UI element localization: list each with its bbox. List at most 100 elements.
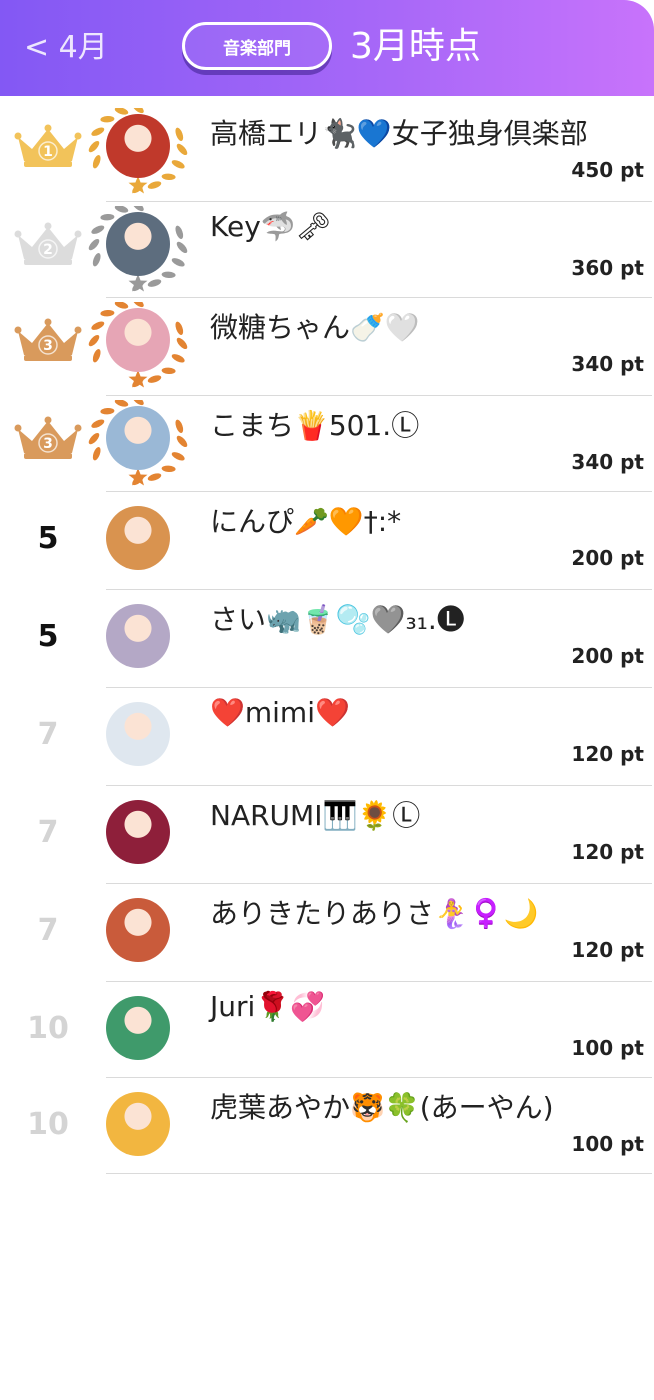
avatar-frame [86, 1082, 190, 1174]
rank-badge: 7 [8, 786, 88, 878]
avatar-frame [86, 108, 190, 200]
rank-badge: 5 [8, 590, 88, 682]
rank-badge: 10 [8, 982, 88, 1074]
streamer-name: Juri🌹💞 [210, 990, 326, 1023]
silver-crown-icon: 2 [14, 222, 82, 265]
row-divider [106, 1173, 652, 1174]
avatar[interactable] [106, 604, 170, 668]
rank-badge: 3 [8, 298, 88, 390]
avatar-image [106, 406, 170, 470]
rank-number: 5 [37, 520, 59, 556]
department-label: 音楽部門 [223, 38, 291, 59]
streamer-name: 虎葉あやか🐯🍀(あーやん) [210, 1091, 554, 1124]
avatar-frame [86, 302, 190, 394]
department-filter-button[interactable]: 音楽部門 [182, 22, 332, 70]
avatar[interactable] [106, 308, 170, 372]
app-header: < 4月 音楽部門 3月時点 [0, 0, 654, 96]
streamer-name: にんぴ🥕🧡†:* [210, 505, 402, 538]
points-value: 100 pt [571, 1036, 644, 1060]
avatar-frame [86, 594, 190, 686]
previous-month-link[interactable]: < 4月 [24, 28, 108, 68]
avatar-frame [86, 206, 190, 298]
avatar-frame [86, 692, 190, 784]
avatar[interactable] [106, 996, 170, 1060]
avatar[interactable] [106, 1092, 170, 1156]
crown-rank-number: 3 [43, 338, 53, 354]
avatar[interactable] [106, 800, 170, 864]
streamer-name: Key🦈🗝 [210, 210, 332, 243]
avatar-image [106, 996, 170, 1060]
bronze-crown-icon: 3 [14, 416, 82, 459]
rank-number: 7 [37, 716, 59, 752]
avatar[interactable] [106, 114, 170, 178]
avatar-frame [86, 400, 190, 492]
avatar-image [106, 114, 170, 178]
avatar-image [106, 702, 170, 766]
crown-rank-number: 2 [43, 242, 53, 258]
avatar-image [106, 604, 170, 668]
ranking-row[interactable]: 7 ありきたりありさ🧜‍♀️♀️🌙 120 pt [0, 884, 654, 982]
ranking-row[interactable]: 2 Key🦈🗝 360 pt [0, 202, 654, 298]
ranking-row[interactable]: 7 NARUMI🎹🌻Ⓛ 120 pt [0, 786, 654, 884]
ranking-row[interactable]: 3 こまち🍟501.Ⓛ 340 pt [0, 396, 654, 492]
avatar-image [106, 898, 170, 962]
rank-badge: 7 [8, 688, 88, 780]
points-value: 340 pt [571, 450, 644, 474]
avatar-image [106, 1092, 170, 1156]
streamer-name: こまち🍟501.Ⓛ [210, 409, 420, 442]
points-value: 100 pt [571, 1132, 644, 1156]
rank-badge: 3 [8, 396, 88, 488]
rank-number: 7 [37, 814, 59, 850]
points-value: 340 pt [571, 352, 644, 376]
rank-number: 10 [27, 1106, 69, 1142]
avatar[interactable] [106, 702, 170, 766]
rank-number: 10 [27, 1010, 69, 1046]
rank-badge: 7 [8, 884, 88, 976]
ranking-row[interactable]: 3 微糖ちゃん🍼🤍 340 pt [0, 298, 654, 396]
previous-month-label: < 4月 [24, 30, 108, 65]
avatar-frame [86, 790, 190, 882]
avatar-frame [86, 888, 190, 980]
crown-rank-number: 1 [43, 144, 53, 160]
streamer-name: ありきたりありさ🧜‍♀️♀️🌙 [210, 897, 539, 930]
avatar[interactable] [106, 898, 170, 962]
ranking-row[interactable]: 5 さい🦏🧋🫧🩶₃₁.🅛 200 pt [0, 590, 654, 688]
avatar-image [106, 308, 170, 372]
crown-rank-number: 3 [43, 436, 53, 452]
ranking-row[interactable]: 7 ❤️mimi❤️ 120 pt [0, 688, 654, 786]
streamer-name: さい🦏🧋🫧🩶₃₁.🅛 [210, 603, 465, 636]
bronze-crown-icon: 3 [14, 318, 82, 361]
points-value: 200 pt [571, 644, 644, 668]
points-value: 120 pt [571, 840, 644, 864]
gold-crown-icon: 1 [14, 124, 82, 167]
ranking-row[interactable]: 10 Juri🌹💞 100 pt [0, 982, 654, 1078]
points-value: 450 pt [571, 158, 644, 182]
streamer-name: ❤️mimi❤️ [210, 696, 350, 729]
streamer-name: 高橋エリ🐈‍⬛💙女子独身倶楽部 [210, 117, 588, 150]
points-value: 120 pt [571, 938, 644, 962]
avatar[interactable] [106, 406, 170, 470]
points-value: 200 pt [571, 546, 644, 570]
avatar-frame [86, 496, 190, 588]
ranking-row[interactable]: 5 にんぴ🥕🧡†:* 200 pt [0, 492, 654, 590]
period-title: 3月時点 [350, 26, 481, 67]
ranking-row[interactable]: 10 虎葉あやか🐯🍀(あーやん) 100 pt [0, 1078, 654, 1174]
avatar[interactable] [106, 506, 170, 570]
rank-number: 5 [37, 618, 59, 654]
avatar-image [106, 506, 170, 570]
streamer-name: 微糖ちゃん🍼🤍 [210, 311, 420, 344]
avatar-image [106, 212, 170, 276]
points-value: 120 pt [571, 742, 644, 766]
rank-badge: 5 [8, 492, 88, 584]
avatar[interactable] [106, 212, 170, 276]
rank-badge: 2 [8, 202, 88, 294]
avatar-image [106, 800, 170, 864]
ranking-list: 1 高橋エリ🐈‍⬛💙女子独身倶楽部 450 pt 2 [0, 104, 654, 1174]
ranking-row[interactable]: 1 高橋エリ🐈‍⬛💙女子独身倶楽部 450 pt [0, 104, 654, 202]
points-value: 360 pt [571, 256, 644, 280]
streamer-name: NARUMI🎹🌻Ⓛ [210, 799, 421, 832]
rank-badge: 10 [8, 1078, 88, 1170]
avatar-frame [86, 986, 190, 1078]
rank-number: 7 [37, 912, 59, 948]
rank-badge: 1 [8, 104, 88, 196]
